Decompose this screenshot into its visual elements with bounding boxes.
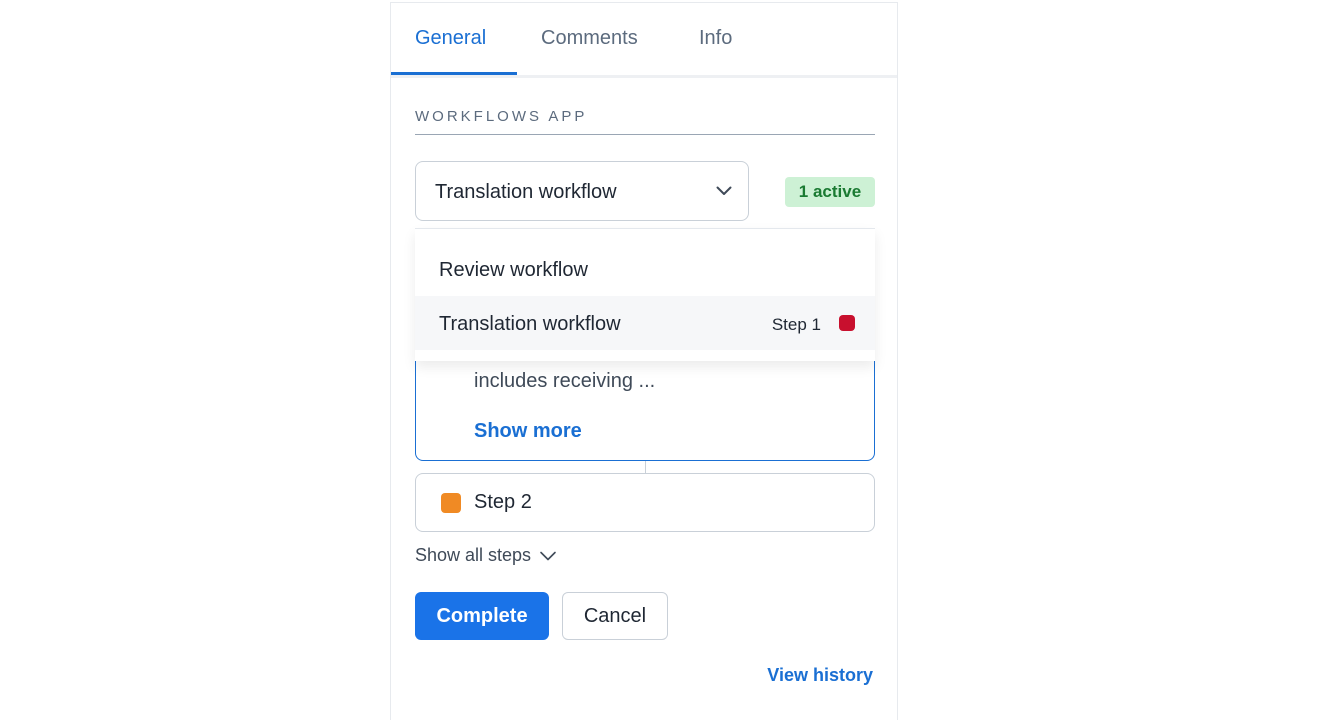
workflow-panel: General Comments Info WORKFLOWS APP Tran…: [390, 2, 898, 720]
dropdown-option-label: Review workflow: [439, 259, 588, 281]
tab-general[interactable]: General: [415, 27, 486, 50]
complete-button[interactable]: Complete: [415, 592, 549, 640]
step-label: Step 2: [474, 491, 532, 513]
step-connector: [645, 461, 646, 473]
status-badge: 1 active: [785, 177, 875, 207]
tab-bar: General Comments Info: [391, 3, 897, 78]
workflow-dropdown-menu: Review workflow Translation workflow Ste…: [415, 228, 875, 361]
tab-comments[interactable]: Comments: [541, 27, 638, 50]
show-all-steps-label: Show all steps: [415, 545, 532, 565]
cancel-button[interactable]: Cancel: [562, 592, 668, 640]
workflow-select-value: Translation workflow: [435, 181, 617, 203]
section-heading: WORKFLOWS APP: [415, 108, 875, 135]
chevron-down-icon: [531, 545, 557, 565]
show-all-steps-toggle[interactable]: Show all steps: [415, 545, 557, 566]
dropdown-option-label: Translation workflow: [439, 313, 621, 335]
view-history-link[interactable]: View history: [767, 665, 873, 686]
show-more-link[interactable]: Show more: [474, 420, 582, 443]
workflow-select[interactable]: Translation workflow: [415, 161, 749, 221]
active-tab-indicator: [391, 72, 517, 75]
chevron-down-icon: [716, 184, 732, 196]
step-status-indicator: [441, 493, 461, 513]
step-card[interactable]: Step 2: [415, 473, 875, 532]
step-description: includes receiving ...: [474, 370, 656, 392]
tab-info[interactable]: Info: [699, 27, 732, 50]
dropdown-option-review-workflow[interactable]: Review workflow: [415, 242, 875, 296]
dropdown-option-step: Step 1: [771, 315, 821, 334]
step-status-indicator: [839, 315, 855, 331]
dropdown-option-translation-workflow[interactable]: Translation workflow Step 1: [415, 296, 875, 350]
